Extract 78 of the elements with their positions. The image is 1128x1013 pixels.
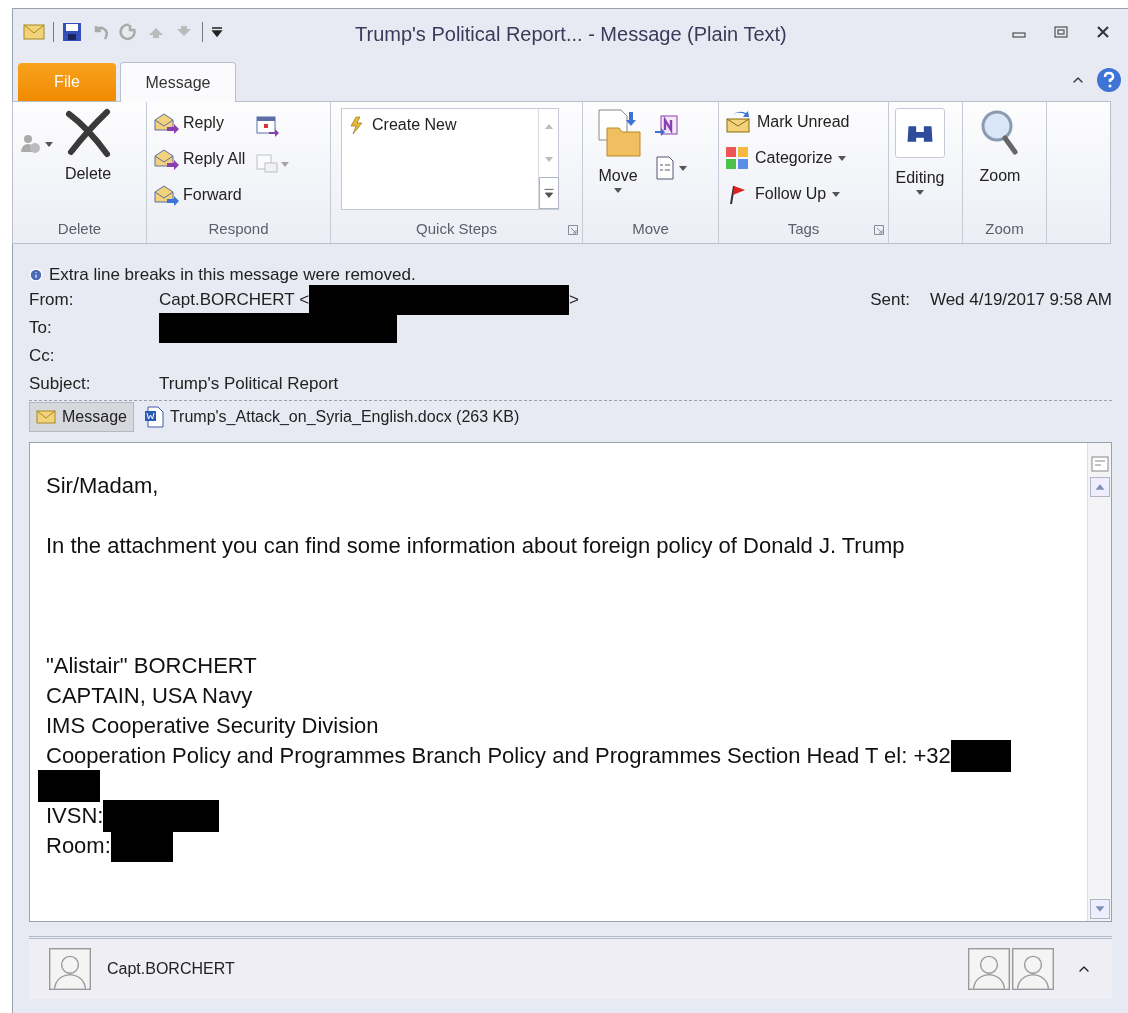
redaction-bar <box>38 770 100 803</box>
caret-icon <box>45 141 53 147</box>
move-button[interactable]: Move <box>593 108 643 193</box>
field-value: Capt.BORCHERT < <box>159 289 310 312</box>
envelope-arrow-icon <box>153 112 179 134</box>
info-message: Extra line breaks in this message were removed. <box>49 264 416 287</box>
tag-button[interactable]: Categorize <box>725 144 850 172</box>
field-label: From: <box>29 289 75 312</box>
tag-button[interactable]: Follow Up <box>725 180 850 208</box>
body-text: "Alistair" BORCHERT <box>46 652 257 680</box>
scroll-down-icon[interactable] <box>1089 899 1110 919</box>
group-label: Respond <box>208 218 269 239</box>
restore-icon[interactable] <box>1054 25 1068 39</box>
body-text: IVSN: <box>46 802 104 830</box>
calendar-icon[interactable] <box>255 114 280 138</box>
people-icon[interactable] <box>19 132 43 156</box>
envelope-icon <box>725 110 751 134</box>
envelope-arrow-icon <box>153 184 179 206</box>
body-text: CAPTAIN, USA Navy <box>46 682 253 710</box>
group-label: Delete <box>57 218 102 239</box>
attachment-item[interactable]: Trump's_Attack_on_Syria_English.docx (263 KB) <box>137 401 526 432</box>
group-label: Move <box>632 218 669 239</box>
sent-value: Wed 4/19/2017 9:58 AM <box>929 289 1112 312</box>
help-icon[interactable] <box>1096 67 1122 93</box>
body-text: Room: <box>46 832 111 860</box>
create-new-button[interactable]: Create New <box>346 113 457 137</box>
caret-icon <box>614 188 622 193</box>
save-icon[interactable] <box>62 22 82 42</box>
envelope-icon <box>36 409 56 424</box>
onenote-icon[interactable] <box>655 114 679 138</box>
info-icon <box>29 268 43 282</box>
delete-button[interactable]: Delete <box>63 108 113 186</box>
close-icon[interactable] <box>1096 25 1110 39</box>
body-text: Cooperation Policy and Programmes Branch Policy and Programmes Section Head T el: +32 <box>46 742 951 770</box>
scroll-up-icon[interactable] <box>1089 477 1110 497</box>
body-text: In the attachment you can find some information about foreign policy of Donald J. Trump <box>46 532 905 560</box>
redo-icon[interactable] <box>118 22 138 42</box>
window-title: Trump's Political Report... - Message (Plain Text) <box>355 22 787 47</box>
sent-label: Sent: <box>870 289 910 312</box>
pane-icon[interactable] <box>1090 455 1109 473</box>
group-label: Zoom <box>985 218 1024 239</box>
rules-icon[interactable] <box>655 156 675 180</box>
group-label: Tags <box>787 218 820 239</box>
person-icon <box>1012 948 1054 990</box>
field-value: > <box>569 289 579 312</box>
caret-icon <box>916 190 924 195</box>
envelope-arrow-icon <box>153 148 179 170</box>
respond-button[interactable]: Reply All <box>153 144 246 174</box>
body-text: IMS Cooperative Security Division <box>46 712 379 740</box>
mail-icon[interactable] <box>23 24 45 40</box>
field-label: Subject: <box>29 373 92 396</box>
field-label: To: <box>29 317 53 340</box>
person-icon <box>49 948 91 990</box>
caret-icon <box>281 161 290 167</box>
respond-button[interactable]: Reply <box>153 108 246 138</box>
message-tab[interactable]: Message <box>29 401 134 432</box>
customize-icon[interactable] <box>211 26 223 38</box>
tag-button[interactable]: Mark Unread <box>725 108 850 136</box>
caret-icon <box>679 165 687 171</box>
caret-icon <box>838 155 847 161</box>
dialog-launcher-icon[interactable] <box>874 225 884 235</box>
redaction-bar <box>950 740 1011 773</box>
ribbon-tab[interactable]: Message <box>120 62 236 102</box>
field-value: Trump's Political Report <box>159 373 339 396</box>
group-label: Quick Steps <box>416 218 497 239</box>
body-text: Sir/Madam, <box>46 472 159 500</box>
word-document-icon <box>143 405 164 428</box>
person-icon <box>968 948 1010 990</box>
zoom-button[interactable]: Zoom <box>975 108 1025 188</box>
categorize-icon <box>725 146 749 170</box>
respond-button[interactable]: Forward <box>153 180 246 210</box>
delete-icon <box>63 108 113 158</box>
contact-name: Capt.BORCHERT <box>107 959 235 979</box>
expand-gallery-icon[interactable] <box>539 177 559 209</box>
editing-button[interactable]: Editing <box>895 108 945 195</box>
dialog-launcher-icon[interactable] <box>568 225 578 235</box>
caret-icon <box>832 191 841 197</box>
field-label: Cc: <box>29 345 56 368</box>
